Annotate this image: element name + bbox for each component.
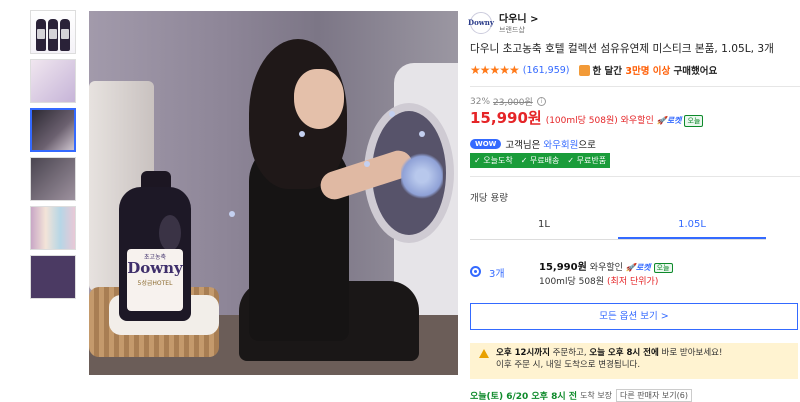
option-price-line: 15,990원 와우할인 🚀로켓 오늘 [539, 258, 673, 273]
option-price: 15,990원 [539, 262, 587, 273]
brand-row[interactable]: Downy 다우니 > 브랜드샵 [468, 10, 538, 35]
benefit-free-return: ✓ 무료반품 [567, 156, 607, 165]
arrival-date: 오늘(토) 6/20 오후 8시 전 [470, 392, 578, 402]
discount-rate: 32% [470, 96, 491, 107]
wow-text-suffix: 으로 [578, 140, 596, 151]
brand-name[interactable]: 다우니 > [499, 10, 538, 25]
review-count-link[interactable]: (161,959) [523, 65, 570, 76]
today-badge: 오늘 [653, 263, 673, 273]
petal [364, 161, 370, 167]
purchase-stat: 한 달간 3만명 이상 구매했어요 [593, 63, 718, 77]
petal [299, 131, 305, 137]
bottle-icon [36, 19, 46, 51]
unit-price: (100ml당 508원) 와우할인 [545, 116, 654, 126]
flowers [401, 151, 443, 201]
option-row-selected[interactable]: 3개 15,990원 와우할인 🚀로켓 오늘 100ml당 508원 (최저 단위가) [470, 256, 800, 290]
brand-name-text: 다우니 [499, 14, 527, 25]
shopping-bag-icon [578, 64, 590, 76]
star-rating-icon[interactable]: ★★★★★ [470, 63, 520, 77]
arrival-guarantee: 도착 보장 [580, 391, 613, 400]
rocket-delivery-icon: 🚀로켓 [625, 263, 651, 272]
petal [419, 131, 425, 137]
radio-selected[interactable] [470, 266, 481, 277]
bottle-brand: Downy [127, 259, 183, 277]
benefit-badges: ✓ 오늘도착 ✓ 무료배송 ✓ 무료반품 [470, 153, 611, 168]
wow-badge: WOW [470, 139, 502, 149]
benefit-free-shipping: ✓ 무료배송 [520, 156, 560, 165]
bottle-icon [48, 19, 58, 51]
option-label: 개당 용량 [470, 193, 508, 204]
model-face [294, 69, 344, 129]
brand-logo-text: Downy [468, 18, 494, 27]
option-unit-price: 100ml당 508원 [539, 277, 605, 287]
info-icon[interactable]: i [536, 97, 546, 106]
thumbnail-4[interactable] [30, 157, 76, 201]
chevron-right-icon: > [530, 14, 539, 25]
option-unit-line: 100ml당 508원 (최저 단위가) [539, 274, 658, 287]
sale-price: 15,990원 [470, 109, 542, 127]
main-product-image[interactable]: 초고농축 Downy 5성급HOTEL [89, 11, 458, 375]
thumbnail-6[interactable] [30, 255, 76, 299]
arrival-row: 오늘(토) 6/20 오후 8시 전 도착 보장 다른 판매자 보기(6) [470, 389, 692, 402]
thumbnail-1[interactable] [30, 10, 76, 54]
warning-icon [479, 349, 489, 358]
benefit-today-delivery: ✓ 오늘도착 [474, 156, 513, 165]
brand-shop-label: 브랜드샵 [499, 26, 525, 34]
notice-cutoff: 오후 12시까지 [496, 348, 550, 358]
divider [470, 86, 800, 87]
lowest-unit-badge: (최저 단위가) [607, 277, 659, 287]
notice-mid: 주문하고, [552, 348, 587, 358]
product-title: 다우니 초고농축 호텔 컬렉션 섬유유연제 미스티크 본품, 1.05L, 3개 [470, 43, 774, 55]
rating-row: ★★★★★ (161,959) 한 달간 3만명 이상 구매했어요 [470, 63, 717, 77]
brand-logo[interactable]: Downy [468, 11, 494, 34]
tab-1-05l[interactable]: 1.05L [618, 212, 766, 239]
bottle-handle [159, 215, 181, 251]
all-options-button[interactable]: 모든 옵션 보기 > [470, 303, 798, 330]
thumbnail-2[interactable] [30, 59, 76, 103]
petal [389, 111, 395, 117]
petal [229, 211, 235, 217]
notice-arrival: 오늘 오후 8시 전에 [589, 348, 659, 358]
price-row: 15,990원 (100ml당 508원) 와우할인 🚀로켓 오늘 [470, 107, 704, 128]
divider [470, 176, 800, 177]
bottle-label: 초고농축 Downy 5성급HOTEL [127, 249, 183, 311]
notice-line-1: 오후 12시까지 주문하고, 오늘 오후 8시 전에 바로 받아보세요! [496, 347, 788, 359]
option-quantity: 3개 [489, 269, 505, 280]
purchase-stat-highlight: 3만명 이상 [625, 66, 671, 77]
delivery-notice: 오후 12시까지 주문하고, 오늘 오후 8시 전에 바로 받아보세요! 이후 … [470, 343, 798, 379]
wow-member-link[interactable]: 와우회원 [543, 137, 578, 151]
notice-end: 바로 받아보세요! [661, 348, 723, 358]
today-badge: 오늘 [684, 115, 704, 127]
purchase-stat-suffix: 구매했어요 [673, 66, 718, 77]
bottle-icon [60, 19, 70, 51]
rocket-delivery-icon: 🚀로켓 [656, 116, 682, 125]
thumbnail-3[interactable] [30, 108, 76, 152]
wow-row: WOW 고객님은 와우회원 으로 [470, 137, 596, 151]
other-seller-button[interactable]: 다른 판매자 보기(6) [616, 389, 692, 402]
notice-line-2: 이후 주문 시, 내일 도착으로 변경됩니다. [496, 360, 641, 370]
thumbnail-list [30, 10, 78, 304]
option-wow-discount: 와우할인 [589, 263, 623, 273]
bottle-sub: 5성급HOTEL [137, 280, 173, 287]
product-bottle: 초고농축 Downy 5성급HOTEL [119, 171, 191, 321]
volume-tabs: 1L 1.05L [470, 212, 766, 240]
tab-1l[interactable]: 1L [470, 212, 618, 239]
wow-text-prefix: 고객님은 [505, 140, 541, 151]
thumbnail-5[interactable] [30, 206, 76, 250]
purchase-stat-prefix: 한 달간 [592, 66, 623, 77]
